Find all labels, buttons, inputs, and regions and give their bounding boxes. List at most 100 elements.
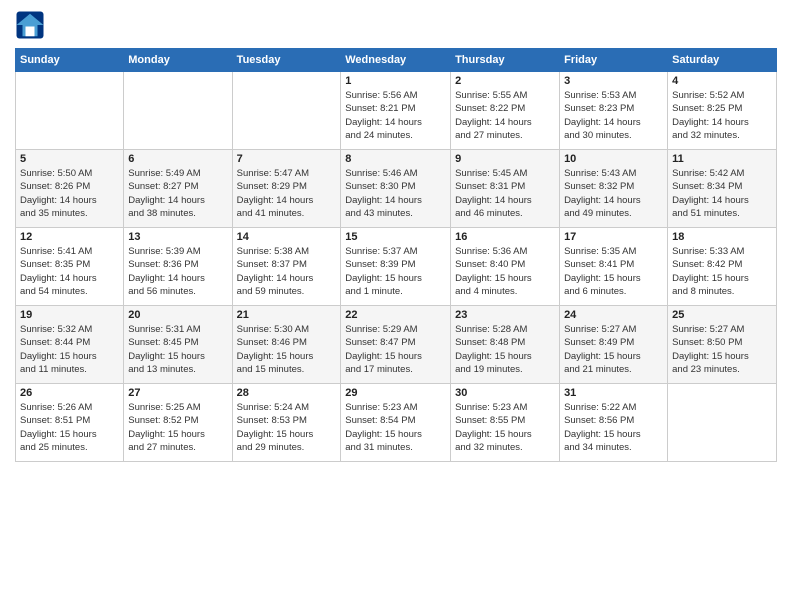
day-number: 14 [237, 231, 337, 243]
day-number: 26 [20, 387, 119, 399]
calendar-cell: 24 Sunrise: 5:27 AM Sunset: 8:49 PM Dayli… [560, 306, 668, 384]
calendar-cell: 12 Sunrise: 5:41 AM Sunset: 8:35 PM Dayli… [16, 228, 124, 306]
day-number: 22 [345, 309, 446, 321]
day-info: Sunrise: 5:46 AM Sunset: 8:30 PM Dayligh… [345, 167, 446, 220]
day-info: Sunrise: 5:28 AM Sunset: 8:48 PM Dayligh… [455, 323, 555, 376]
calendar-cell: 9 Sunrise: 5:45 AM Sunset: 8:31 PM Daylig… [451, 150, 560, 228]
day-number: 13 [128, 231, 227, 243]
calendar-cell: 3 Sunrise: 5:53 AM Sunset: 8:23 PM Daylig… [560, 72, 668, 150]
day-number: 8 [345, 153, 446, 165]
calendar-week-1: 1Sunrise: 5:56 AM Sunset: 8:21 PM Daylig… [16, 72, 777, 150]
day-number: 3 [564, 75, 663, 87]
calendar-cell: 13 Sunrise: 5:39 AM Sunset: 8:36 PM Dayli… [124, 228, 232, 306]
calendar-cell: 21 Sunrise: 5:30 AM Sunset: 8:46 PM Dayli… [232, 306, 341, 384]
calendar-header-row: SundayMondayTuesdayWednesdayThursdayFrid… [16, 49, 777, 72]
day-number: 18 [672, 231, 772, 243]
calendar-week-3: 12 Sunrise: 5:41 AM Sunset: 8:35 PM Dayli… [16, 228, 777, 306]
day-info: Sunrise: 5:45 AM Sunset: 8:31 PM Dayligh… [455, 167, 555, 220]
day-number: 28 [237, 387, 337, 399]
calendar-cell: 14 Sunrise: 5:38 AM Sunset: 8:37 PM Dayli… [232, 228, 341, 306]
day-info: Sunrise: 5:39 AM Sunset: 8:36 PM Dayligh… [128, 245, 227, 298]
day-number: 25 [672, 309, 772, 321]
header-day-wednesday: Wednesday [341, 49, 451, 72]
day-info: Sunrise: 5:49 AM Sunset: 8:27 PM Dayligh… [128, 167, 227, 220]
day-number: 2 [455, 75, 555, 87]
calendar-cell: 4 Sunrise: 5:52 AM Sunset: 8:25 PM Daylig… [668, 72, 777, 150]
day-info: Sunrise: 5:24 AM Sunset: 8:53 PM Dayligh… [237, 401, 337, 454]
calendar-cell: 7 Sunrise: 5:47 AM Sunset: 8:29 PM Daylig… [232, 150, 341, 228]
day-info: Sunrise: 5:56 AM Sunset: 8:21 PM Dayligh… [345, 89, 446, 142]
calendar-cell: 2 Sunrise: 5:55 AM Sunset: 8:22 PM Daylig… [451, 72, 560, 150]
day-info: Sunrise: 5:30 AM Sunset: 8:46 PM Dayligh… [237, 323, 337, 376]
calendar-cell: 8 Sunrise: 5:46 AM Sunset: 8:30 PM Daylig… [341, 150, 451, 228]
calendar-cell: 22 Sunrise: 5:29 AM Sunset: 8:47 PM Dayli… [341, 306, 451, 384]
day-info: Sunrise: 5:37 AM Sunset: 8:39 PM Dayligh… [345, 245, 446, 298]
calendar-cell: 11 Sunrise: 5:42 AM Sunset: 8:34 PM Dayli… [668, 150, 777, 228]
logo [15, 10, 49, 40]
day-info: Sunrise: 5:41 AM Sunset: 8:35 PM Dayligh… [20, 245, 119, 298]
day-info: Sunrise: 5:26 AM Sunset: 8:51 PM Dayligh… [20, 401, 119, 454]
day-number: 29 [345, 387, 446, 399]
calendar-cell [668, 384, 777, 462]
calendar-cell: 23 Sunrise: 5:28 AM Sunset: 8:48 PM Dayli… [451, 306, 560, 384]
day-info: Sunrise: 5:52 AM Sunset: 8:25 PM Dayligh… [672, 89, 772, 142]
logo-icon [15, 10, 45, 40]
day-number: 5 [20, 153, 119, 165]
day-info: Sunrise: 5:23 AM Sunset: 8:55 PM Dayligh… [455, 401, 555, 454]
calendar-cell: 28 Sunrise: 5:24 AM Sunset: 8:53 PM Dayli… [232, 384, 341, 462]
day-info: Sunrise: 5:43 AM Sunset: 8:32 PM Dayligh… [564, 167, 663, 220]
day-number: 7 [237, 153, 337, 165]
day-info: Sunrise: 5:29 AM Sunset: 8:47 PM Dayligh… [345, 323, 446, 376]
day-number: 23 [455, 309, 555, 321]
header-day-sunday: Sunday [16, 49, 124, 72]
header-day-thursday: Thursday [451, 49, 560, 72]
calendar-cell: 16 Sunrise: 5:36 AM Sunset: 8:40 PM Dayli… [451, 228, 560, 306]
calendar-cell: 18 Sunrise: 5:33 AM Sunset: 8:42 PM Dayli… [668, 228, 777, 306]
day-number: 16 [455, 231, 555, 243]
calendar-cell: 30Sunrise: 5:23 AM Sunset: 8:55 PM Dayli… [451, 384, 560, 462]
calendar-cell: 5 Sunrise: 5:50 AM Sunset: 8:26 PM Daylig… [16, 150, 124, 228]
calendar-cell [232, 72, 341, 150]
day-number: 15 [345, 231, 446, 243]
calendar-cell: 17Sunrise: 5:35 AM Sunset: 8:41 PM Dayli… [560, 228, 668, 306]
day-info: Sunrise: 5:27 AM Sunset: 8:49 PM Dayligh… [564, 323, 663, 376]
day-info: Sunrise: 5:53 AM Sunset: 8:23 PM Dayligh… [564, 89, 663, 142]
calendar-cell: 29 Sunrise: 5:23 AM Sunset: 8:54 PM Dayli… [341, 384, 451, 462]
header-day-saturday: Saturday [668, 49, 777, 72]
calendar-cell: 20Sunrise: 5:31 AM Sunset: 8:45 PM Dayli… [124, 306, 232, 384]
day-number: 31 [564, 387, 663, 399]
day-info: Sunrise: 5:33 AM Sunset: 8:42 PM Dayligh… [672, 245, 772, 298]
day-number: 4 [672, 75, 772, 87]
calendar-cell [16, 72, 124, 150]
page: SundayMondayTuesdayWednesdayThursdayFrid… [0, 0, 792, 612]
calendar-cell: 10Sunrise: 5:43 AM Sunset: 8:32 PM Dayli… [560, 150, 668, 228]
day-info: Sunrise: 5:47 AM Sunset: 8:29 PM Dayligh… [237, 167, 337, 220]
day-info: Sunrise: 5:36 AM Sunset: 8:40 PM Dayligh… [455, 245, 555, 298]
calendar-week-4: 19 Sunrise: 5:32 AM Sunset: 8:44 PM Dayli… [16, 306, 777, 384]
day-info: Sunrise: 5:38 AM Sunset: 8:37 PM Dayligh… [237, 245, 337, 298]
day-info: Sunrise: 5:31 AM Sunset: 8:45 PM Dayligh… [128, 323, 227, 376]
header-day-tuesday: Tuesday [232, 49, 341, 72]
day-number: 27 [128, 387, 227, 399]
calendar-week-2: 5 Sunrise: 5:50 AM Sunset: 8:26 PM Daylig… [16, 150, 777, 228]
day-info: Sunrise: 5:23 AM Sunset: 8:54 PM Dayligh… [345, 401, 446, 454]
day-info: Sunrise: 5:22 AM Sunset: 8:56 PM Dayligh… [564, 401, 663, 454]
day-number: 24 [564, 309, 663, 321]
calendar-cell: 19 Sunrise: 5:32 AM Sunset: 8:44 PM Dayli… [16, 306, 124, 384]
calendar-cell: 1Sunrise: 5:56 AM Sunset: 8:21 PM Daylig… [341, 72, 451, 150]
day-info: Sunrise: 5:42 AM Sunset: 8:34 PM Dayligh… [672, 167, 772, 220]
calendar-cell: 31 Sunrise: 5:22 AM Sunset: 8:56 PM Dayli… [560, 384, 668, 462]
day-info: Sunrise: 5:50 AM Sunset: 8:26 PM Dayligh… [20, 167, 119, 220]
day-info: Sunrise: 5:27 AM Sunset: 8:50 PM Dayligh… [672, 323, 772, 376]
day-number: 19 [20, 309, 119, 321]
day-number: 11 [672, 153, 772, 165]
calendar-table: SundayMondayTuesdayWednesdayThursdayFrid… [15, 48, 777, 462]
day-number: 12 [20, 231, 119, 243]
calendar-cell: 6 Sunrise: 5:49 AM Sunset: 8:27 PM Daylig… [124, 150, 232, 228]
day-info: Sunrise: 5:32 AM Sunset: 8:44 PM Dayligh… [20, 323, 119, 376]
day-number: 21 [237, 309, 337, 321]
header [15, 10, 777, 40]
day-number: 6 [128, 153, 227, 165]
day-number: 9 [455, 153, 555, 165]
day-info: Sunrise: 5:55 AM Sunset: 8:22 PM Dayligh… [455, 89, 555, 142]
